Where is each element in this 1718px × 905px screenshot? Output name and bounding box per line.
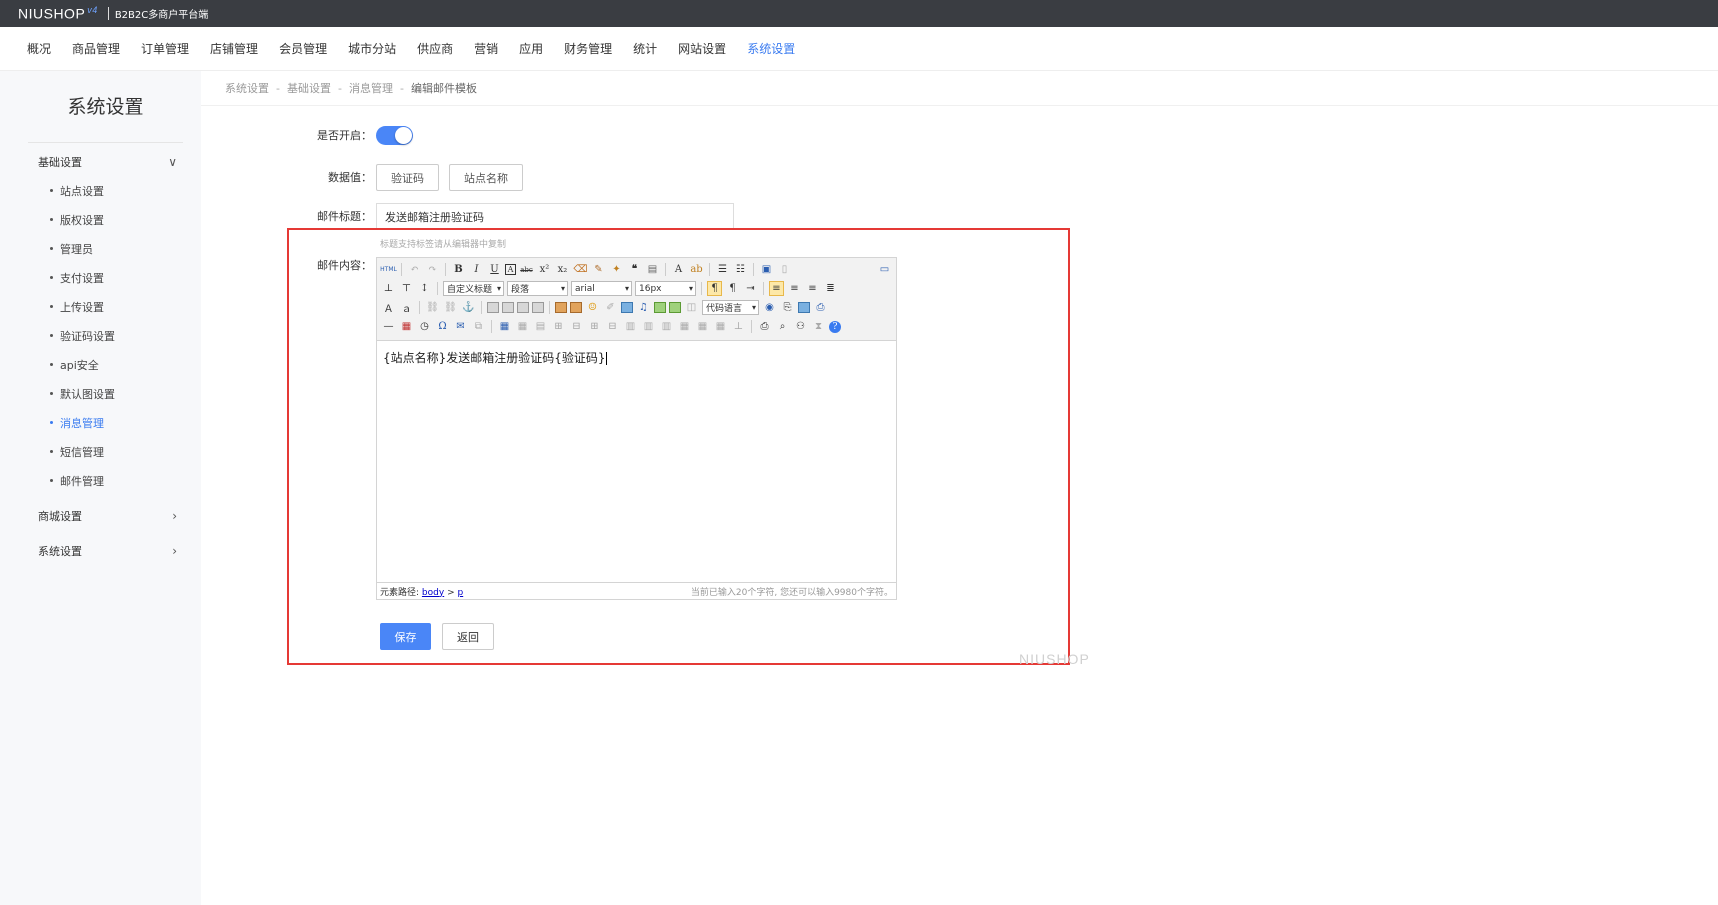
sidebar-item-label: api安全 — [60, 358, 99, 372]
sidebar-item-label: 上传设置 — [60, 300, 104, 314]
sidebar-item-label: 管理员 — [60, 242, 93, 256]
breadcrumb-separator: - — [276, 81, 280, 95]
bullet-icon — [50, 392, 53, 395]
sidebar-item[interactable]: 站点设置 — [0, 176, 201, 205]
toggle-knob — [395, 127, 412, 144]
sidebar-item[interactable]: 消息管理 — [0, 408, 201, 437]
sidebar-group[interactable]: 基础设置 ∨ — [0, 147, 201, 176]
subject-label: 邮件标题： — [317, 210, 372, 223]
sidebar-item-label: 邮件管理 — [60, 474, 104, 488]
sidebar-item-label: 支付设置 — [60, 271, 104, 285]
sidebar-item-label: 验证码设置 — [60, 329, 115, 343]
nav-item[interactable]: 营销 — [474, 40, 498, 57]
sidebar-item[interactable]: api安全 — [0, 350, 201, 379]
sidebar-item-label: 短信管理 — [60, 445, 104, 459]
niushop-watermark: NIUSHOP — [1019, 651, 1090, 667]
sidebar-item-label: 默认图设置 — [60, 387, 115, 401]
bullet-icon — [50, 189, 53, 192]
main-nav: 概况 商品管理 订单管理 店铺管理 会员管理 城市分站 供应商 营销 应用 财务管理 统计 网站设置 系… — [0, 27, 1718, 71]
logo[interactable]: NIUSHOP v4 — [18, 5, 98, 22]
nav-item[interactable]: 会员管理 — [279, 40, 327, 57]
sidebar-item[interactable]: 版权设置 — [0, 205, 201, 234]
bullet-icon — [50, 247, 53, 250]
nav-item[interactable]: 系统设置 — [747, 40, 795, 57]
nav-item[interactable]: 供应商 — [417, 40, 453, 57]
breadcrumb-item[interactable]: 消息管理 — [349, 80, 393, 96]
highlight-box — [287, 228, 1070, 665]
main-content: 系统设置 - 基础设置 - 消息管理 - 编辑邮件模板 是否开启： 数据值： 验证码 站点名… — [201, 71, 1718, 905]
chevron-down-icon: ∨ — [168, 154, 177, 169]
sidebar-group-label: 商城设置 — [38, 509, 82, 523]
bullet-icon — [50, 421, 53, 424]
nav-item[interactable]: 商品管理 — [72, 40, 120, 57]
nav-item[interactable]: 城市分站 — [348, 40, 396, 57]
breadcrumb-separator: - — [337, 81, 342, 95]
enable-toggle[interactable] — [376, 126, 413, 145]
data-values-label: 数据值： — [328, 171, 372, 184]
sidebar: 系统设置 基础设置 ∨ 站点设置版权设置管理员支付设置上传设置验证码设置 api安全默… — [0, 71, 201, 905]
nav-item[interactable]: 店铺管理 — [210, 40, 258, 57]
data-value-captcha-button[interactable]: 验证码 — [376, 164, 439, 191]
bullet-icon — [50, 334, 53, 337]
sidebar-group[interactable]: 商城设置 › — [0, 501, 201, 530]
bullet-icon — [50, 450, 53, 453]
platform-subtitle: B2B2C多商户平台端 — [114, 10, 209, 21]
sidebar-item[interactable]: 上传设置 — [0, 292, 201, 321]
breadcrumb-item: 编辑邮件模板 — [410, 82, 477, 95]
enable-row: 是否开启： — [301, 126, 413, 145]
sidebar-item-label: 版权设置 — [60, 213, 104, 227]
nav-item[interactable]: 应用 — [519, 40, 543, 57]
sidebar-item[interactable]: 管理员 — [0, 234, 201, 263]
logo-divider — [107, 7, 109, 20]
bullet-icon — [50, 479, 53, 482]
nav-item[interactable]: 统计 — [633, 40, 657, 57]
nav-item[interactable]: 概况 — [27, 40, 51, 57]
bullet-icon — [50, 276, 53, 279]
sidebar-item[interactable]: 支付设置 — [0, 263, 201, 292]
subject-input[interactable]: 发送邮箱注册验证码 — [376, 203, 734, 230]
sidebar-title: 系统设置 — [28, 71, 183, 143]
sidebar-item[interactable]: 验证码设置 — [0, 321, 201, 350]
breadcrumb-item[interactable]: 基础设置 — [287, 80, 331, 96]
nav-item[interactable]: 财务管理 — [564, 40, 612, 57]
breadcrumb-separator: - — [399, 81, 404, 95]
sidebar-item[interactable]: 默认图设置 — [0, 379, 201, 408]
breadcrumb-item[interactable]: 系统设置 — [225, 80, 269, 96]
bullet-icon — [50, 218, 53, 221]
breadcrumb: 系统设置 - 基础设置 - 消息管理 - 编辑邮件模板 — [201, 71, 1718, 106]
subject-row: 邮件标题： 发送邮箱注册验证码 — [301, 203, 734, 230]
logo-badge: v4 — [87, 5, 98, 16]
bullet-icon — [50, 363, 53, 366]
sidebar-item-label: 消息管理 — [60, 416, 104, 430]
chevron-right-icon: › — [172, 543, 177, 558]
sidebar-group-label: 基础设置 — [38, 155, 82, 169]
bullet-icon — [50, 305, 53, 308]
logo-text: NIUSHOP — [18, 5, 86, 22]
data-values-row: 数据值： 验证码 站点名称 — [301, 164, 533, 191]
data-value-site-name-button[interactable]: 站点名称 — [449, 164, 523, 191]
sidebar-item[interactable]: 邮件管理 — [0, 466, 201, 495]
sidebar-item[interactable]: 短信管理 — [0, 437, 201, 466]
enable-label: 是否开启： — [317, 129, 372, 142]
nav-item[interactable]: 订单管理 — [141, 40, 189, 57]
sidebar-group-label: 系统设置 — [38, 544, 82, 558]
nav-item[interactable]: 网站设置 — [678, 40, 726, 57]
sidebar-group[interactable]: 系统设置 › — [0, 536, 201, 565]
top-bar: NIUSHOP v4 B2B2C多商户平台端 — [0, 0, 1718, 27]
chevron-right-icon: › — [172, 508, 177, 523]
sidebar-item-label: 站点设置 — [60, 184, 104, 198]
